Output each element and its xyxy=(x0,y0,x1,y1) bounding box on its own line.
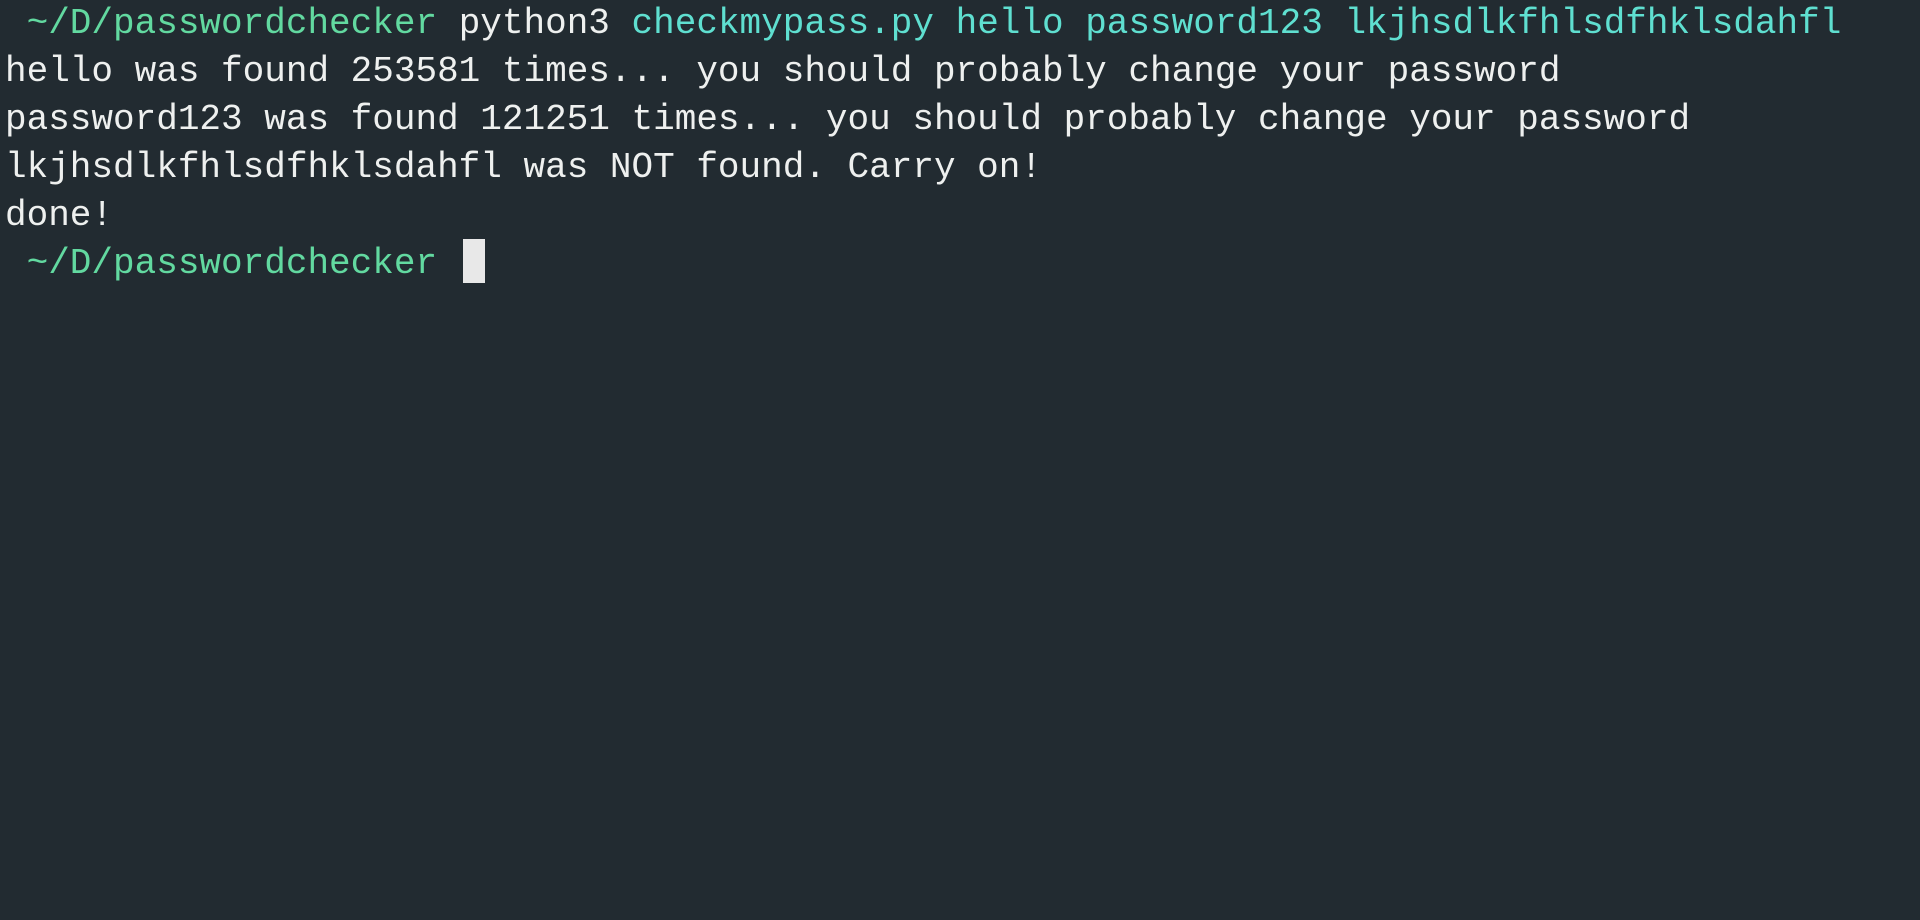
output-line: lkjhsdlkfhlsdfhklsdahfl was NOT found. C… xyxy=(5,147,1042,188)
command-args: checkmypass.py hello password123 lkjhsdl… xyxy=(631,3,1842,44)
prompt-path: ~/D/passwordchecker xyxy=(5,3,438,44)
output-line: hello was found 253581 times... you shou… xyxy=(5,51,1561,92)
cursor xyxy=(462,239,485,284)
prompt-line: ~/D/passwordchecker python3 checkmypass.… xyxy=(5,0,1920,48)
output-line: done! xyxy=(5,195,114,236)
command: python3 xyxy=(458,3,610,44)
prompt-path: ~/D/passwordchecker xyxy=(5,243,438,284)
output-line: password123 was found 121251 times... yo… xyxy=(5,99,1691,140)
terminal[interactable]: ~/D/passwordchecker python3 checkmypass.… xyxy=(0,0,1920,288)
prompt-line[interactable]: ~/D/passwordchecker xyxy=(5,239,1920,288)
